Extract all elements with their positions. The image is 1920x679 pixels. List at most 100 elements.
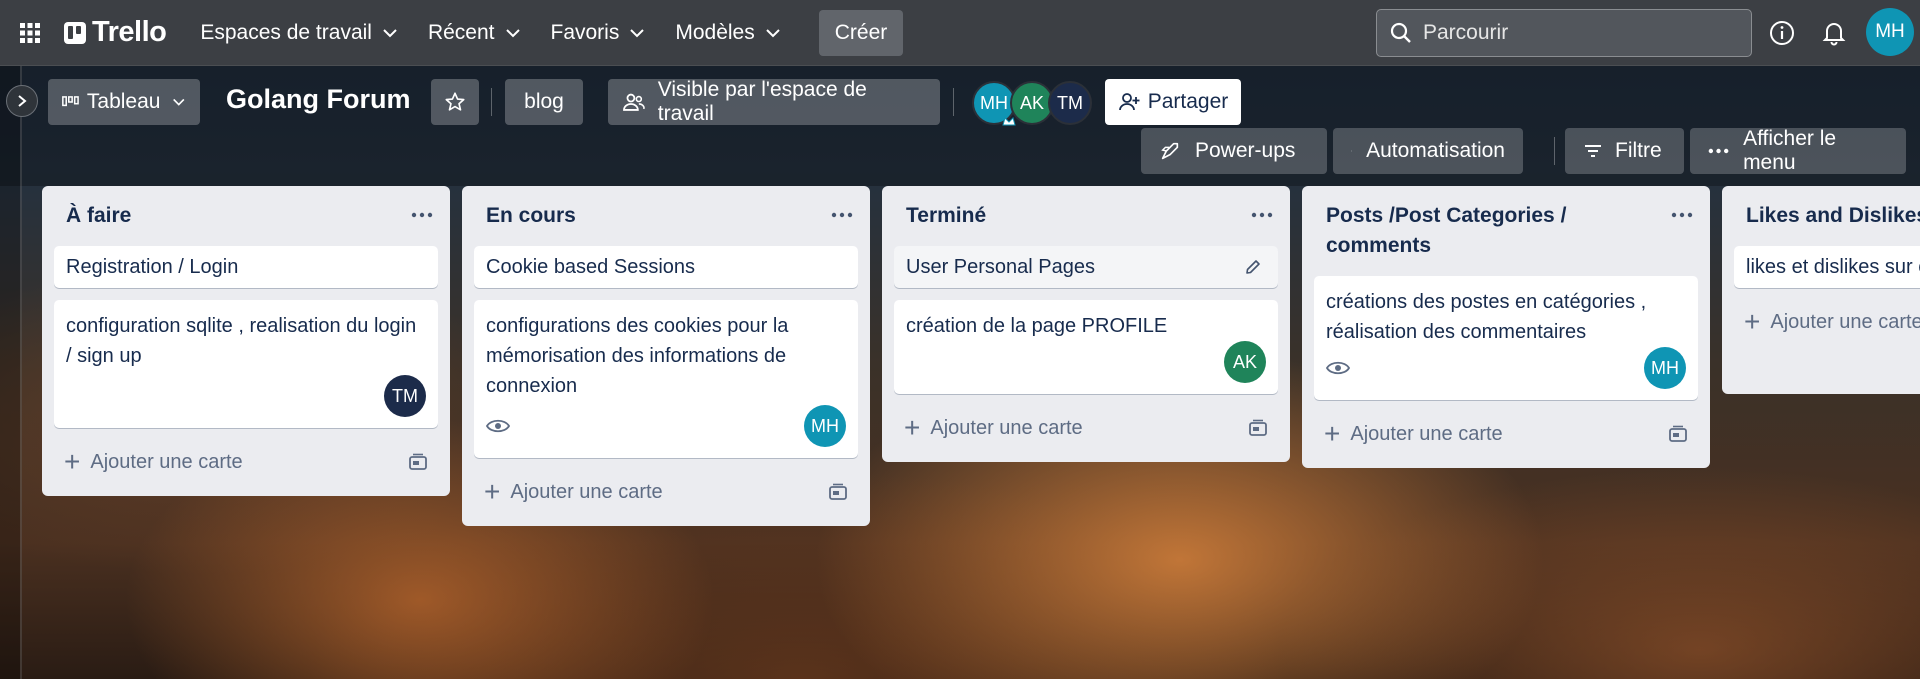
trello-logo-icon (64, 21, 86, 44)
list-header: Posts /Post Categories / comments (1314, 186, 1698, 276)
automation-label: Automatisation (1366, 139, 1505, 162)
list-card[interactable]: Cookie based Sessions (474, 246, 858, 288)
more-horizontal-icon (411, 212, 433, 218)
nav-workspaces-label: Espaces de travail (200, 20, 372, 44)
list-header: Likes and Dislikes (1734, 186, 1920, 246)
list-menu-button[interactable] (1666, 203, 1698, 227)
card-title: Registration / Login (66, 256, 239, 278)
list-card[interactable]: configuration sqlite , realisation du lo… (54, 300, 438, 428)
card-title: likes et dislikes sur commentaires (1746, 256, 1920, 278)
top-navigation: Trello Espaces de travail Récent Favoris… (0, 0, 1920, 66)
search-box[interactable] (1376, 9, 1752, 57)
plus-icon: + (1744, 306, 1761, 337)
list-card[interactable]: création de la page PROFILE AK (894, 300, 1278, 394)
watching-eye-icon (1326, 361, 1350, 375)
search-icon (1390, 22, 1411, 43)
board-members: MH AK TM (972, 81, 1092, 126)
list-menu-button[interactable] (1246, 203, 1278, 227)
rocket-icon (1161, 142, 1179, 160)
add-card-button[interactable]: + Ajouter une carte (1314, 412, 1698, 456)
list-card[interactable]: User Personal Pages (894, 246, 1278, 288)
board-view-label: Tableau (86, 90, 161, 113)
filter-icon (1585, 145, 1601, 157)
member-initials: AK (1019, 92, 1044, 113)
card-title: User Personal Pages (906, 256, 1095, 278)
more-horizontal-icon (1708, 148, 1729, 154)
search-input[interactable] (1423, 21, 1723, 45)
edit-pencil-icon[interactable] (1244, 258, 1262, 276)
lightning-icon (1351, 150, 1352, 152)
member-avatar-tm[interactable]: TM (1048, 81, 1092, 125)
list-clip: Likes and Dislikes likes et dislikes sur… (1722, 186, 1920, 394)
board-title[interactable]: Golang Forum (226, 84, 411, 115)
card-member-avatar[interactable]: TM (384, 375, 426, 417)
list-done: Terminé User Personal Pages création de … (882, 186, 1290, 462)
add-card-button[interactable]: + Ajouter une carte (474, 470, 858, 514)
card-member-avatar[interactable]: MH (804, 405, 846, 447)
create-from-template-icon[interactable] (828, 483, 848, 501)
add-card-button[interactable]: + Ajouter une carte (54, 440, 438, 484)
header-divider (953, 88, 954, 116)
app-switcher-icon[interactable] (16, 19, 44, 47)
workspace-visibility-icon (623, 93, 645, 111)
card-title: Cookie based Sessions (486, 256, 696, 278)
star-board-button[interactable] (431, 79, 479, 125)
nav-workspaces[interactable]: Espaces de travail (186, 10, 412, 56)
add-card-button[interactable]: + Ajouter une carte (894, 406, 1278, 450)
add-card-label: Ajouter une carte (1770, 310, 1920, 333)
visibility-label: Visible par l'espace de travail (657, 78, 867, 125)
share-button[interactable]: Partager (1105, 79, 1241, 125)
list-posts-categories-comments: Posts /Post Categories / comments créati… (1302, 186, 1710, 468)
card-footer: MH (486, 405, 846, 447)
chevron-down-icon (766, 28, 780, 37)
board-view-switcher[interactable]: Tableau (48, 79, 200, 125)
member-initials: MH (980, 92, 1008, 113)
board-view-icon (62, 96, 79, 107)
nav-recent[interactable]: Récent (414, 10, 535, 56)
list-menu-button[interactable] (406, 203, 438, 227)
user-avatar[interactable]: MH (1866, 8, 1914, 56)
nav-starred[interactable]: Favoris (537, 10, 660, 56)
info-icon[interactable] (1766, 17, 1798, 49)
star-icon (445, 92, 465, 111)
visibility-button[interactable]: Visible par l'espace de travail (608, 78, 940, 125)
list-card[interactable]: configurations des cookies pour la mémor… (474, 300, 858, 458)
card-member-avatar[interactable]: MH (1644, 347, 1686, 389)
chevron-down-icon (173, 98, 185, 106)
automation-button[interactable]: Automatisation (1333, 128, 1523, 174)
nav-recent-label: Récent (427, 20, 495, 44)
expand-sidebar-button[interactable] (6, 85, 38, 117)
nav-templates[interactable]: Modèles (661, 10, 794, 56)
show-menu-button[interactable]: Afficher le menu (1690, 127, 1906, 174)
nav-starred-label: Favoris (550, 20, 620, 44)
list-title[interactable]: Terminé (894, 201, 1246, 231)
list-title[interactable]: En cours (474, 201, 826, 231)
chevron-down-icon (383, 28, 397, 37)
filter-button[interactable]: Filtre (1565, 128, 1684, 174)
list-likes-dislikes: Likes and Dislikes likes et dislikes sur… (1722, 186, 1920, 394)
list-title[interactable]: Posts /Post Categories / comments (1314, 201, 1666, 261)
list-header: En cours (474, 186, 858, 246)
create-from-template-icon[interactable] (1668, 425, 1688, 443)
create-from-template-icon[interactable] (1248, 419, 1268, 437)
add-card-label: Ajouter une carte (90, 450, 243, 473)
plus-icon: + (64, 446, 81, 477)
card-member-avatar[interactable]: AK (1224, 341, 1266, 383)
board-tag-button[interactable]: blog (505, 79, 583, 125)
create-button[interactable]: Créer (818, 9, 904, 56)
card-footer: AK (906, 341, 1266, 383)
list-card[interactable]: likes et dislikes sur commentaires (1734, 246, 1920, 288)
list-menu-button[interactable] (826, 203, 858, 227)
trello-logo[interactable]: Trello (64, 16, 167, 49)
list-title[interactable]: Likes and Dislikes (1734, 201, 1920, 231)
notifications-bell-icon[interactable] (1818, 17, 1850, 49)
add-card-button[interactable]: + Ajouter une carte (1734, 300, 1920, 344)
list-card[interactable]: Registration / Login (54, 246, 438, 288)
power-ups-button[interactable]: Power-ups (1141, 128, 1327, 174)
create-from-template-icon[interactable] (408, 453, 428, 471)
list-title[interactable]: À faire (54, 201, 406, 231)
more-horizontal-icon (1251, 212, 1273, 218)
list-card[interactable]: créations des postes en catégories , réa… (1314, 276, 1698, 400)
watching-eye-icon (486, 419, 510, 433)
card-title: créations des postes en catégories , réa… (1326, 291, 1647, 343)
